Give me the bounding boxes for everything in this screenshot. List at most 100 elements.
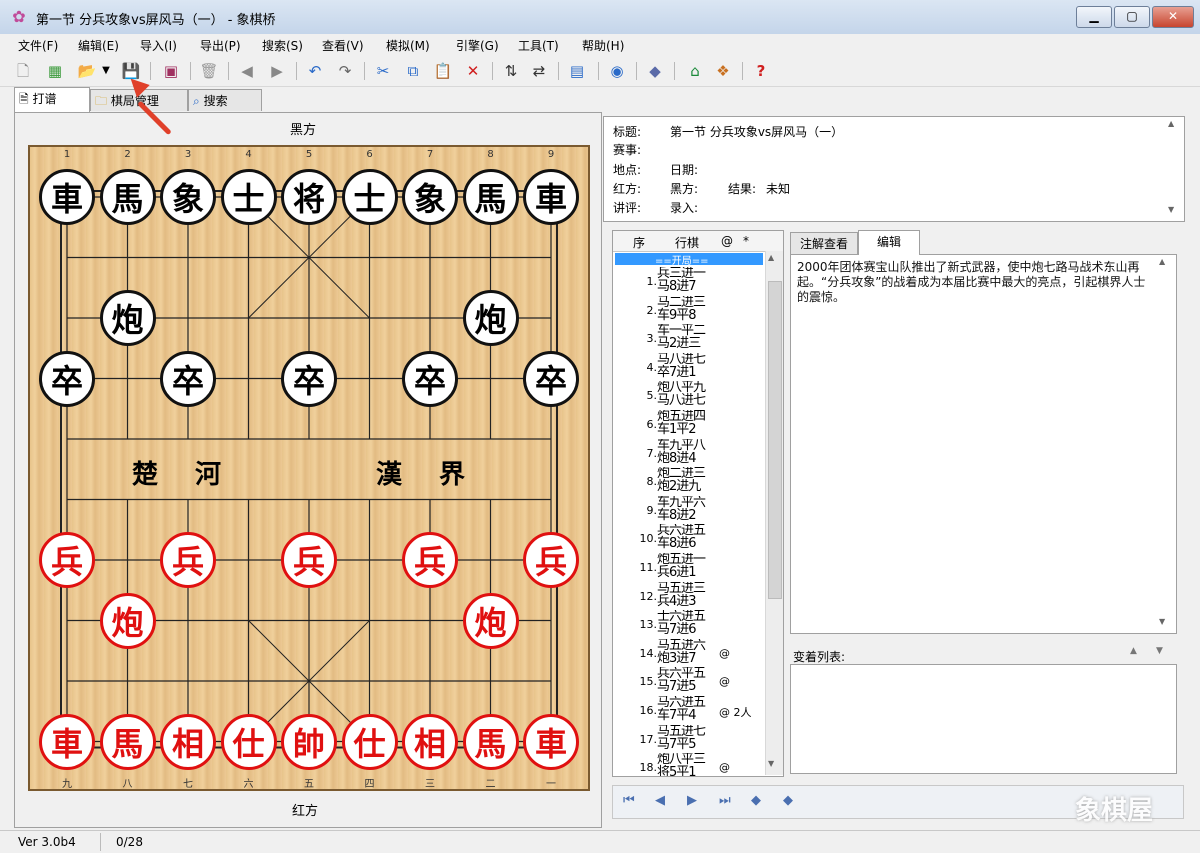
col-star[interactable]: * (743, 234, 749, 248)
scroll-up-icon[interactable]: ▲ (1168, 119, 1174, 128)
scroll-up-icon[interactable]: ▲ (768, 253, 774, 262)
tab-edit[interactable]: 编辑 (858, 230, 920, 255)
new-board-icon[interactable]: ▦ (44, 60, 66, 82)
scroll-down-icon[interactable]: ▼ (1168, 205, 1174, 214)
info-title-value[interactable]: 第一节 分兵攻象vs屏风马（一） (670, 123, 843, 140)
scroll-up-icon[interactable]: ▲ (1159, 257, 1165, 266)
move-row[interactable]: 16.马六进五 车7平4@ 2人 (613, 696, 765, 724)
home-icon[interactable]: ⌂ (684, 60, 706, 82)
red-piece[interactable]: 仕 (342, 714, 398, 770)
red-piece[interactable]: 馬 (463, 714, 519, 770)
menu-import[interactable]: 导入(I) (140, 37, 177, 54)
red-piece[interactable]: 兵 (402, 532, 458, 588)
variations-list[interactable] (790, 664, 1177, 774)
col-at[interactable]: @ (721, 234, 733, 248)
move-row[interactable]: 12.马五进三 兵4进3 (613, 582, 765, 610)
move-row[interactable]: 7.车九平八 炮8进4 (613, 439, 765, 467)
black-piece[interactable]: 卒 (39, 351, 95, 407)
move-row[interactable]: 2.马二进三 车9平8 (613, 296, 765, 324)
menu-export[interactable]: 导出(P) (200, 37, 241, 54)
undo-icon[interactable]: ↶ (304, 60, 326, 82)
dropdown-icon[interactable]: ▼ (100, 60, 112, 82)
red-piece[interactable]: 炮 (100, 593, 156, 649)
menu-engine[interactable]: 引擎(G) (456, 37, 499, 54)
black-piece[interactable]: 象 (160, 169, 216, 225)
move-row[interactable]: 3.车一平二 马2进三 (613, 324, 765, 352)
scroll-down-icon[interactable]: ▼ (1159, 617, 1165, 626)
red-piece[interactable]: 兵 (160, 532, 216, 588)
menu-tools[interactable]: 工具(T) (518, 37, 559, 54)
black-piece[interactable]: 士 (342, 169, 398, 225)
back-circle-icon[interactable]: ◀ (236, 60, 258, 82)
move-list-scrollbar[interactable]: ▲ ▼ (765, 251, 783, 775)
help-icon[interactable]: ? (750, 60, 772, 82)
scrollbar-thumb[interactable] (768, 281, 782, 599)
close-button[interactable]: ✕ (1152, 6, 1194, 28)
menu-edit[interactable]: 编辑(E) (78, 37, 119, 54)
next-move-icon[interactable]: ▶ (687, 793, 697, 808)
black-piece[interactable]: 卒 (281, 351, 337, 407)
col-seq[interactable]: 序 (633, 234, 645, 251)
tab-search[interactable]: ⌕ 搜索 (188, 89, 262, 111)
forward-circle-icon[interactable]: ▶ (266, 60, 288, 82)
last-move-icon[interactable]: ⏭ (719, 793, 731, 808)
red-piece[interactable]: 相 (160, 714, 216, 770)
variation-up-icon[interactable]: ▲ (1130, 646, 1137, 656)
move-row[interactable]: 14.马五进六 炮3进7@ (613, 639, 765, 667)
selected-move-row[interactable]: ==开局== (615, 253, 763, 265)
open-folder-icon[interactable]: 📂 (76, 60, 98, 82)
delete-icon[interactable]: 🗑 (198, 60, 220, 82)
move-row[interactable]: 1.兵三进一 马8进7 (613, 267, 765, 295)
col-move[interactable]: 行棋 (675, 234, 699, 251)
black-piece[interactable]: 車 (523, 169, 579, 225)
black-piece[interactable]: 卒 (160, 351, 216, 407)
move-row[interactable]: 18.炮八平三 将5平1@ (613, 753, 765, 777)
menu-search[interactable]: 搜索(S) (262, 37, 303, 54)
black-piece[interactable]: 士 (221, 169, 277, 225)
black-piece[interactable]: 将 (281, 169, 337, 225)
red-piece[interactable]: 仕 (221, 714, 277, 770)
copy-icon[interactable]: ⧉ (402, 60, 424, 82)
first-move-icon[interactable]: ⏮ (623, 793, 635, 808)
new-file-icon[interactable]: 🗋 (12, 60, 34, 82)
move-row[interactable]: 11.炮五进一 兵6进1 (613, 553, 765, 581)
board-view-icon[interactable]: ▤ (566, 60, 588, 82)
redo-icon[interactable]: ↷ (334, 60, 356, 82)
variation-down-icon[interactable]: ▼ (1156, 646, 1163, 656)
maximize-button[interactable]: ▢ (1114, 6, 1150, 28)
red-piece[interactable]: 兵 (523, 532, 579, 588)
xiangqi-board[interactable]: 楚 河 漢 界 123456789九八七六五四三二一 車馬象士将士象馬車炮炮卒卒… (28, 145, 590, 791)
red-piece[interactable]: 兵 (281, 532, 337, 588)
red-piece[interactable]: 車 (523, 714, 579, 770)
red-piece[interactable]: 帥 (281, 714, 337, 770)
black-piece[interactable]: 炮 (463, 290, 519, 346)
menu-simulate[interactable]: 模拟(M) (386, 37, 430, 54)
move-row[interactable]: 17.马五进七 马7平5 (613, 725, 765, 753)
cut-icon[interactable]: ✂ (372, 60, 394, 82)
menu-file[interactable]: 文件(F) (18, 37, 58, 54)
red-piece[interactable]: 相 (402, 714, 458, 770)
black-piece[interactable]: 卒 (402, 351, 458, 407)
minimize-button[interactable]: ▁ (1076, 6, 1112, 28)
remove-icon[interactable]: ✕ (462, 60, 484, 82)
move-row[interactable]: 4.马八进七 卒7进1 (613, 353, 765, 381)
red-piece[interactable]: 兵 (39, 532, 95, 588)
move-list[interactable]: 序 行棋 @ * ==开局== 1.兵三进一 马8进72.马二进三 车9平83.… (612, 230, 784, 777)
move-row[interactable]: 13.士六进五 马7进6 (613, 610, 765, 638)
scroll-down-icon[interactable]: ▼ (768, 759, 774, 768)
black-piece[interactable]: 卒 (523, 351, 579, 407)
paste-icon[interactable]: 📋 (432, 60, 454, 82)
menu-help[interactable]: 帮助(H) (582, 37, 624, 54)
prev-move-icon[interactable]: ◀ (655, 793, 665, 808)
menu-view[interactable]: 查看(V) (322, 37, 364, 54)
black-piece[interactable]: 馬 (463, 169, 519, 225)
tab-notes-view[interactable]: 注解查看 (790, 232, 858, 254)
move-row[interactable]: 10.兵六进五 车8进6 (613, 524, 765, 552)
black-piece[interactable]: 車 (39, 169, 95, 225)
flip-vertical-icon[interactable]: ⇅ (500, 60, 522, 82)
red-piece[interactable]: 馬 (100, 714, 156, 770)
comment-text[interactable]: 2000年团体赛宝山队推出了新式武器，使中炮七路马战术东山再起。“分兵攻象”的战… (797, 260, 1152, 305)
move-row[interactable]: 6.炮五进四 车1平2 (613, 410, 765, 438)
red-piece[interactable]: 車 (39, 714, 95, 770)
play-circle-icon[interactable]: ◉ (606, 60, 628, 82)
